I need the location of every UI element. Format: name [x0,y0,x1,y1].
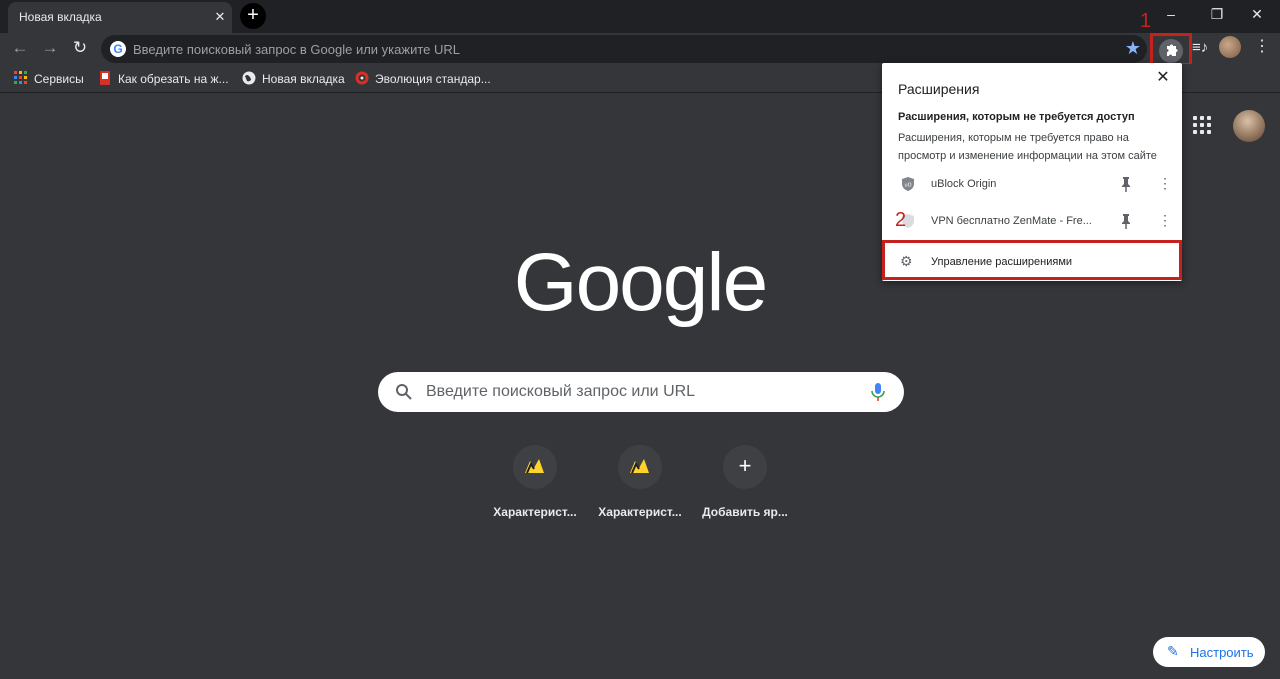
apps-grid-icon [14,71,28,85]
extension-name: uBlock Origin [931,178,997,190]
plus-icon: + [723,445,767,489]
customize-label: Настроить [1190,645,1254,660]
avatar[interactable] [1219,36,1241,58]
shortcut-label: Добавить яр... [702,505,788,519]
extension-item-zenmate[interactable]: 2 VPN бесплатно ZenMate - Fre... ⋮ [882,205,1182,239]
svg-text:uO: uO [904,183,911,189]
back-arrow-icon[interactable]: ← [8,37,32,61]
window-close-icon[interactable]: ✕ [1234,0,1280,30]
step-marker-1: 1 [1140,10,1152,32]
google-logo: Google [513,237,768,328]
step-marker-2: 2 [895,209,907,231]
tab-strip: Новая вкладка ✕ + – ❐ ✕ [0,0,1280,33]
customize-button[interactable]: ✎ Настроить [1153,637,1265,667]
shortcut-tile[interactable]: Характерист... [588,443,692,529]
omnibox-placeholder: Введите поисковый запрос в Google или ук… [133,42,460,57]
add-shortcut-tile[interactable]: + Добавить яр... [693,443,797,529]
yandex-market-icon [618,445,662,489]
kebab-menu-icon[interactable]: ⋮ [1158,174,1172,194]
search-icon [396,384,412,400]
pin-icon[interactable] [1118,212,1134,230]
search-input[interactable]: Введите поисковый запрос или URL [378,372,904,412]
section-title: Расширения, которым не требуется доступ [898,111,1135,123]
star-icon[interactable]: ★ [1125,38,1141,59]
extension-name: VPN бесплатно ZenMate - Fre... [931,215,1092,227]
toolbar: ← → ↻ G Введите поисковый запрос в Googl… [0,10,1280,66]
extensions-button[interactable] [1150,33,1192,66]
shortcut-label: Характерист... [598,505,682,519]
red-bookmark-icon [98,71,112,85]
google-apps-icon[interactable] [1193,116,1213,136]
minimize-icon[interactable]: – [1148,0,1194,30]
extensions-popup: Расширения ✕ Расширения, которым не треб… [882,63,1182,281]
bookmark-label: Сервисы [34,72,84,86]
gear-icon: ⚙ [900,253,913,269]
media-control-icon[interactable]: ≡♪ [1192,39,1208,56]
new-tab-button[interactable]: + [240,3,266,29]
reload-icon[interactable]: ↻ [68,37,92,61]
close-icon[interactable]: ✕ [1154,69,1172,87]
bookmark-services[interactable]: Сервисы [14,71,84,87]
ublock-shield-icon: uO [902,177,914,191]
bookmark-label: Эволюция стандар... [375,72,491,86]
section-description: Расширения, которым не требуется право н… [898,132,1157,162]
bookmark-new-tab[interactable]: Новая вкладка [242,71,345,87]
account-avatar[interactable] [1233,110,1265,142]
puzzle-icon [1159,39,1183,63]
shortcut-tile[interactable]: Характерист... [483,443,587,529]
extension-item-ublock[interactable]: uO uBlock Origin ⋮ [882,168,1182,202]
microphone-icon[interactable] [870,382,886,402]
pencil-icon: ✎ [1167,643,1179,659]
tab-title: Новая вкладка [19,10,102,24]
tab-new-tab[interactable]: Новая вкладка ✕ [8,2,232,33]
manage-extensions-label: Управление расширениями [931,256,1073,268]
kebab-menu-icon[interactable]: ⋮ [1158,211,1172,231]
opera-icon [355,71,369,85]
bookmark-label: Как обрезать на ж... [118,72,229,86]
forward-arrow-icon[interactable]: → [38,37,62,61]
search-placeholder: Введите поисковый запрос или URL [426,383,696,400]
yandex-market-icon [513,445,557,489]
omnibox[interactable]: G Введите поисковый запрос в Google или … [101,35,1147,63]
globe-icon [242,71,256,85]
pin-icon[interactable] [1118,175,1134,193]
manage-extensions-button[interactable]: ⚙ Управление расширениями [882,240,1182,280]
bookmark-label: Новая вкладка [262,72,345,86]
popup-title: Расширения [898,81,980,97]
kebab-menu-icon[interactable]: ⋮ [1254,36,1270,60]
close-icon[interactable]: ✕ [211,8,229,26]
bookmark-evolution[interactable]: Эволюция стандар... [355,71,491,87]
google-icon: G [110,41,126,57]
shortcut-label: Характерист... [493,505,577,519]
bookmark-crop[interactable]: Как обрезать на ж... [98,71,229,87]
